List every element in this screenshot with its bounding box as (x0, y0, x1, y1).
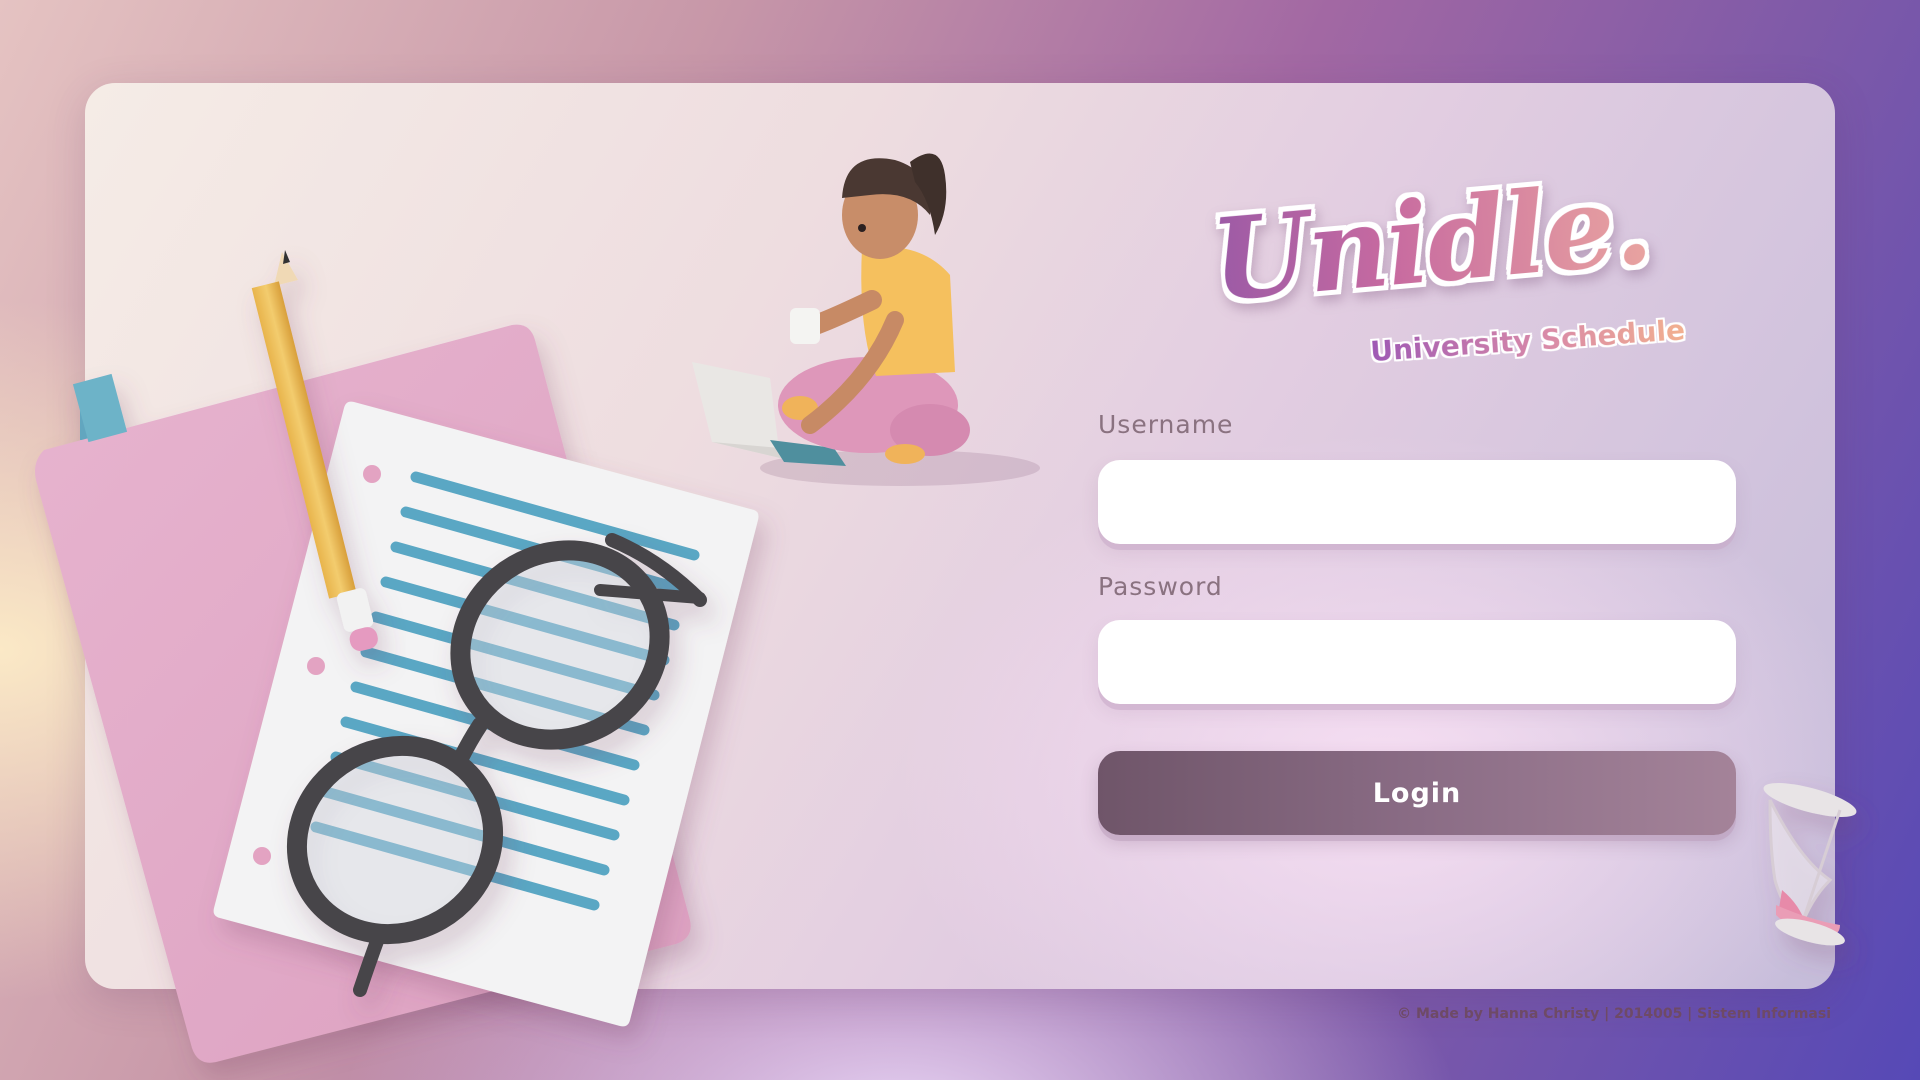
username-input[interactable] (1098, 460, 1736, 544)
footer-credit: © Made by Hanna Christy | 2014005 | Sist… (1397, 1006, 1831, 1022)
login-button[interactable]: Login (1098, 751, 1736, 835)
username-label: Username (1098, 410, 1234, 439)
password-input[interactable] (1098, 620, 1736, 704)
password-label: Password (1098, 572, 1223, 601)
app-logo: Unidle. University Schedule (1207, 158, 1688, 396)
logo-subtitle: University Schedule (1369, 313, 1686, 368)
